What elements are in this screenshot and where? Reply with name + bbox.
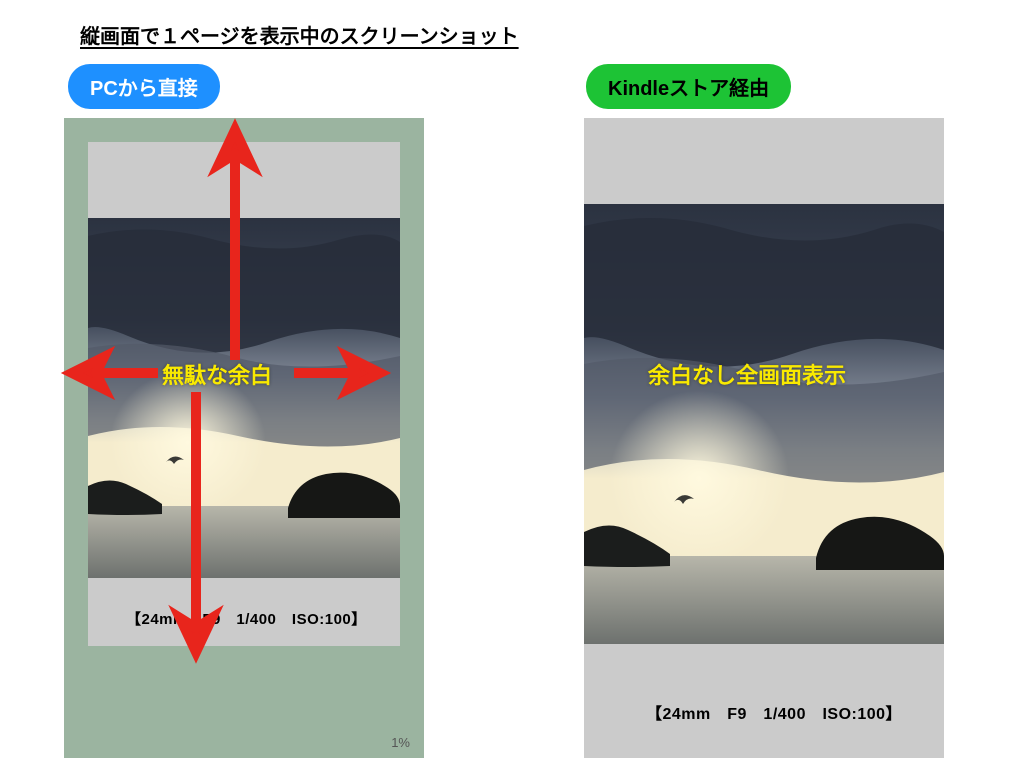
photo-right <box>584 204 944 644</box>
arrow-up-icon <box>215 130 255 360</box>
page-title: 縦画面で１ページを表示中のスクリーンショット <box>80 20 519 49</box>
badge-pc-direct: PCから直接 <box>68 64 220 109</box>
progress-label: 1% <box>391 735 410 750</box>
arrow-down-icon <box>176 392 216 652</box>
photo-meta-left: 【24mm F9 1/400 ISO:100】 <box>126 608 367 629</box>
arrow-right-icon <box>294 353 380 393</box>
overlay-left: 無駄な余白 <box>162 358 272 390</box>
overlay-right: 余白なし全画面表示 <box>648 358 846 390</box>
badge-kindle-store: Kindleストア経由 <box>586 64 791 109</box>
arrow-left-icon <box>72 353 158 393</box>
device-right: 【24mm F9 1/400 ISO:100】 <box>584 118 944 758</box>
photo-meta-right: 【24mm F9 1/400 ISO:100】 <box>646 700 902 724</box>
